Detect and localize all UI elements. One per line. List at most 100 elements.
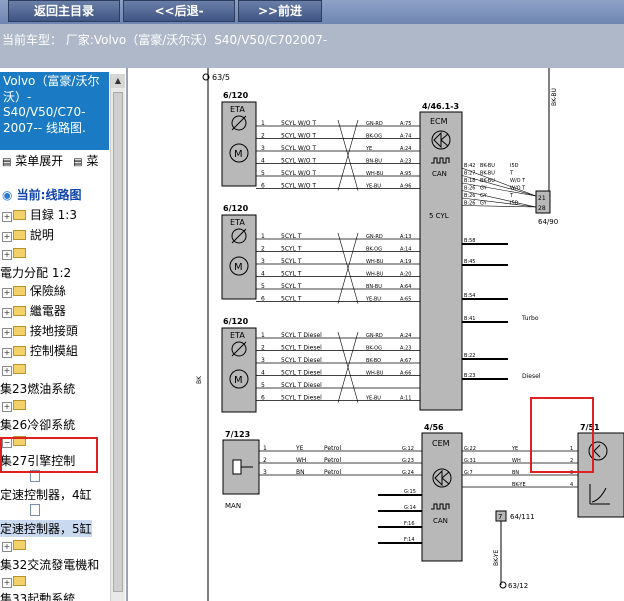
terminal-label: G:15	[404, 489, 416, 495]
wire-color-label: GN-RD	[366, 234, 383, 240]
signal-label: 5CYL T	[281, 246, 302, 253]
wire-color-label: BK-OG	[366, 134, 382, 140]
wire-color-label: WH-BU	[366, 171, 384, 177]
wire-color-label: BN-BU	[366, 284, 382, 290]
menu-collapse-link[interactable]: 菜	[86, 154, 98, 168]
tree-item[interactable]: + 保險絲	[2, 282, 66, 299]
expand-icon[interactable]: +	[2, 402, 12, 412]
expand-icon[interactable]: +	[2, 308, 12, 318]
expand-icon[interactable]: +	[2, 232, 12, 242]
tree-item[interactable]: 集33起動系統	[0, 590, 75, 601]
tree-item[interactable]: + 控制模組	[2, 342, 78, 359]
ref-label: 63/5	[212, 73, 230, 82]
diesel-label: Diesel	[522, 373, 541, 380]
terminal-label: B:18	[464, 178, 475, 184]
terminal-label: B:23	[464, 373, 475, 379]
folder-icon	[13, 306, 26, 316]
folder-icon	[13, 248, 26, 258]
back-button[interactable]: <<后退-	[123, 0, 235, 22]
terminal-label: A:23	[400, 346, 411, 352]
tree-item[interactable]: 定速控制器，4缸	[0, 486, 92, 503]
sidebar-scrollbar[interactable]: ▲	[110, 74, 125, 601]
expand-icon[interactable]: +	[2, 578, 12, 588]
connector-pin: 28	[538, 205, 546, 212]
home-button[interactable]: 返回主目录	[8, 0, 120, 22]
terminal-label: B:22	[464, 353, 475, 359]
tree-item-selected[interactable]: 定速控制器，5缸	[0, 520, 92, 537]
motor-label: M	[234, 262, 243, 273]
terminal-label: A:11	[400, 396, 411, 402]
wire-color-label: BK-OG	[366, 346, 382, 352]
ref-label: 63/12	[508, 582, 528, 590]
tree-item[interactable]: +	[2, 398, 26, 412]
tree-item[interactable]: + 繼電器	[2, 302, 66, 319]
terminal-label: A:19	[400, 259, 411, 265]
tree-item[interactable]: +	[2, 362, 26, 376]
expand-icon[interactable]: +	[2, 366, 12, 376]
pin-number: 2	[261, 345, 265, 352]
pin-number: 1	[261, 233, 265, 240]
wire-color-label: GY	[480, 201, 488, 207]
folder-icon	[13, 346, 26, 356]
terminal-label: A:67	[400, 358, 411, 364]
folder-icon	[13, 576, 26, 586]
sidebar: Volvo（富豪/沃尔沃）- S40/V50/C70-2007-- 线路图. ▤…	[0, 68, 128, 601]
menu-icon: ▤	[2, 157, 12, 168]
forward-button[interactable]: >>前进	[238, 0, 322, 22]
signal-label: I5D	[510, 201, 519, 207]
tree-item[interactable]: + 說明	[2, 226, 54, 243]
menu-expand-row: ▤ 菜单展开 ▤ 菜	[2, 152, 98, 169]
terminal-label: A:96	[400, 184, 411, 190]
wire-color-label: BK-BU	[480, 178, 495, 184]
tree-item[interactable]: 集32交流發電機和	[0, 556, 99, 573]
pin-number: 3	[261, 357, 265, 364]
terminal-label: G:24	[402, 470, 414, 476]
tree-item[interactable]: +	[2, 538, 26, 552]
tree-item[interactable]: + 目録 1:3	[2, 206, 77, 223]
tree-item[interactable]: +	[2, 246, 26, 260]
terminal-label: A:66	[400, 371, 411, 377]
scroll-thumb[interactable]	[113, 92, 123, 592]
pin-number: 6	[261, 395, 265, 402]
terminal-label: A:23	[400, 159, 411, 165]
can-label: CAN	[433, 517, 448, 525]
signal-label: Petrol	[324, 469, 341, 476]
tree-item[interactable]: +	[2, 574, 26, 588]
terminal-label: G:31	[464, 458, 476, 464]
scroll-up-icon[interactable]: ▲	[111, 74, 125, 88]
menu-expand-link[interactable]: 菜单展开	[15, 154, 63, 168]
tree-item[interactable]: 集26冷卻系統	[0, 416, 75, 433]
ref-label: 7/123	[225, 430, 250, 439]
wire-color-label: YE	[511, 446, 518, 452]
folder-icon	[13, 210, 26, 220]
expand-icon[interactable]: +	[2, 250, 12, 260]
folder-icon	[13, 286, 26, 296]
five-cyl-label: 5 CYL	[429, 212, 449, 220]
pin-number: 2	[263, 457, 267, 464]
tree-item-label: 繼電器	[29, 304, 66, 318]
signal-label: Petrol	[324, 445, 341, 452]
expand-icon[interactable]: +	[2, 348, 12, 358]
tree-item[interactable]: 電力分配 1:2	[0, 264, 71, 281]
expand-icon[interactable]: +	[2, 328, 12, 338]
expand-icon[interactable]: +	[2, 288, 12, 298]
current-item[interactable]: ◉ 当前:线路图	[2, 186, 81, 203]
tree-item[interactable]: 集23燃油系統	[0, 380, 75, 397]
expand-icon[interactable]: +	[2, 542, 12, 552]
terminal-label: A:65	[400, 297, 411, 303]
terminal-label: B:42	[464, 163, 475, 169]
tree-item-label: 說明	[29, 228, 54, 242]
pin-number: 1	[261, 332, 265, 339]
wire-color-label: BN	[512, 470, 519, 476]
ref-label: 4/46.1-3	[422, 102, 459, 111]
wire-color-label: BK-YE	[512, 482, 526, 488]
tree-item[interactable]: + 接地接頭	[2, 322, 78, 339]
wire-color-label: GY	[480, 186, 488, 192]
tree-item-label: 定速控制器，5缸	[0, 522, 92, 536]
sidebar-title[interactable]: Volvo（富豪/沃尔沃）- S40/V50/C70-2007-- 线路图.	[0, 72, 109, 150]
expand-icon[interactable]: +	[2, 212, 12, 222]
page-icon	[30, 504, 40, 519]
wire-color-label: BN-BU	[366, 159, 382, 165]
terminal-label: G:14	[404, 505, 416, 511]
cem-label: CEM	[432, 439, 450, 448]
